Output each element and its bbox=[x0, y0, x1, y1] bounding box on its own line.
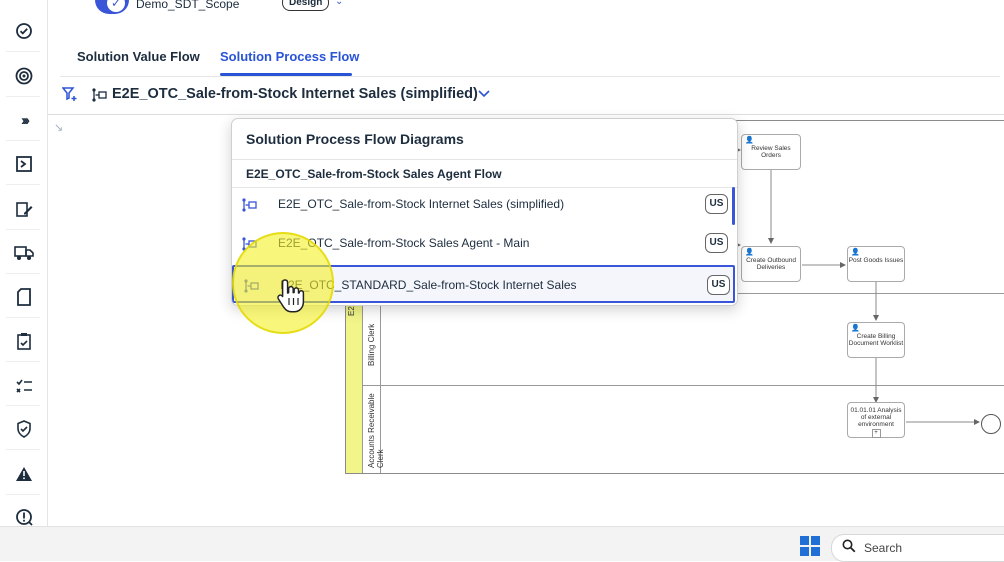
chevron-down-icon[interactable] bbox=[478, 87, 490, 101]
clipboard-check-icon[interactable] bbox=[8, 325, 40, 357]
process-flow-icon bbox=[91, 88, 107, 107]
edit-form-icon[interactable] bbox=[8, 193, 40, 225]
expand-subprocess-icon[interactable]: + bbox=[871, 429, 881, 438]
popover-item-label: E2E_OTC_Sale-from-Stock Internet Sales (… bbox=[278, 197, 565, 211]
filter-add-icon[interactable] bbox=[61, 86, 78, 105]
popover-scrollbar[interactable] bbox=[732, 187, 735, 225]
task-analysis-external-environment[interactable]: 01.01.01 Analysis of external environmen… bbox=[847, 402, 905, 438]
truck-icon[interactable] bbox=[8, 237, 40, 269]
popover-group-header: E2E_OTC_Sale-from-Stock Sales Agent Flow bbox=[232, 159, 737, 188]
task-post-goods-issues[interactable]: 👤 Post Goods Issues bbox=[847, 246, 905, 282]
task-list-icon[interactable] bbox=[8, 369, 40, 401]
task-review-sales-orders[interactable]: 👤 Review Sales Orders bbox=[741, 134, 801, 170]
tab-solution-value-flow[interactable]: Solution Value Flow bbox=[77, 49, 200, 64]
tab-solution-process-flow[interactable]: Solution Process Flow bbox=[220, 49, 359, 64]
language-badge: US bbox=[707, 275, 730, 295]
user-icon: 👤 bbox=[745, 137, 754, 144]
scope-name: Demo_SDT_Scope bbox=[136, 0, 240, 11]
popover-title: Solution Process Flow Diagrams bbox=[246, 131, 464, 147]
left-nav-rail: ››› bbox=[0, 0, 48, 526]
hand-pointer-icon bbox=[276, 278, 306, 319]
target-icon[interactable] bbox=[8, 60, 40, 92]
process-box-icon[interactable] bbox=[8, 148, 40, 180]
chevron-double-right-icon[interactable]: ››› bbox=[8, 104, 40, 136]
scope-header: ✓ Demo_SDT_Scope Design ⌄ bbox=[60, 0, 1000, 16]
mode-badge[interactable]: Design bbox=[282, 0, 330, 11]
user-icon: 👤 bbox=[745, 249, 754, 256]
language-badge: US bbox=[705, 194, 728, 214]
document-icon[interactable] bbox=[8, 281, 40, 313]
diagram-toolbar: E2E_OTC_Sale-from-Stock Internet Sales (… bbox=[48, 76, 1004, 115]
task-create-billing-worklist[interactable]: 👤 Create Billing Document Worklist bbox=[847, 322, 905, 358]
popover-item[interactable]: E2E_OTC_Sale-from-Stock Internet Sales (… bbox=[232, 186, 735, 224]
lane-label-ar: Accounts Receivable Clerk bbox=[367, 393, 385, 468]
taskbar-search[interactable]: Search bbox=[831, 534, 1004, 562]
warning-icon[interactable] bbox=[8, 458, 40, 490]
group-label: E2E_OTC_Sale-from-Stock Sales Agent Flow bbox=[246, 167, 502, 181]
shield-check-icon[interactable] bbox=[8, 413, 40, 445]
user-icon: 👤 bbox=[851, 249, 860, 256]
lane-label-billing: Billing Clerk bbox=[367, 323, 376, 366]
search-label: Search bbox=[864, 541, 903, 555]
os-taskbar: Search bbox=[0, 526, 1004, 562]
language-badge: US bbox=[705, 233, 728, 253]
collapse-arrow-icon[interactable]: ↘ bbox=[54, 121, 63, 134]
diagram-title[interactable]: E2E_OTC_Sale-from-Stock Internet Sales (… bbox=[112, 86, 478, 102]
tab-bar: Solution Value Flow Solution Process Flo… bbox=[60, 42, 1000, 77]
end-event[interactable] bbox=[981, 414, 1001, 434]
task-create-outbound-deliveries[interactable]: 👤 Create Outbound Deliveries bbox=[741, 246, 801, 282]
search-icon bbox=[842, 539, 856, 556]
check-badge-icon[interactable] bbox=[8, 15, 40, 47]
windows-start-icon[interactable] bbox=[800, 536, 820, 556]
process-flow-icon bbox=[241, 198, 257, 217]
user-icon: 👤 bbox=[851, 325, 860, 332]
chevron-down-icon[interactable]: ⌄ bbox=[335, 0, 343, 7]
